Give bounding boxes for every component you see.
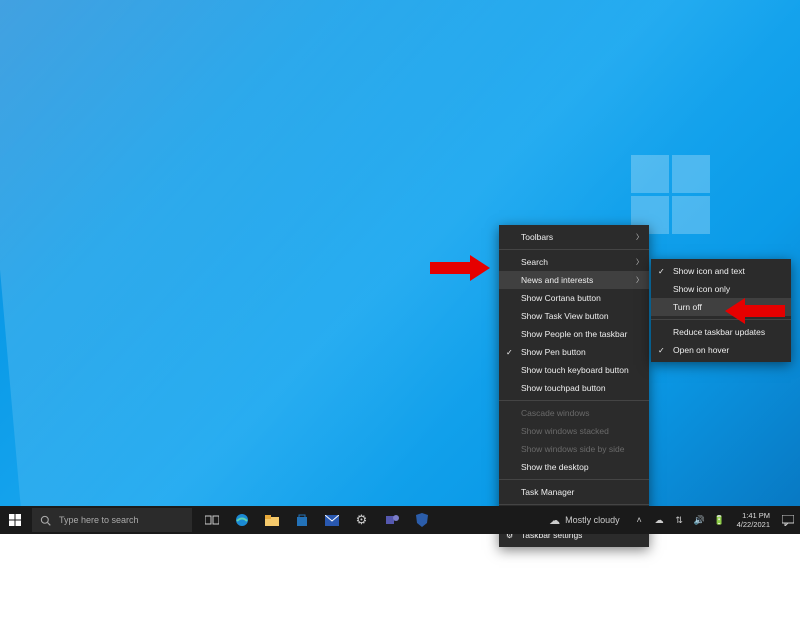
annotation-arrow-left (430, 255, 490, 281)
search-box[interactable]: Type here to search (32, 508, 192, 532)
menu-label: News and interests (521, 275, 593, 285)
menu-side-by-side: Show windows side by side (499, 440, 649, 458)
wallpaper-windows-logo (631, 155, 710, 234)
cloud-icon: ☁ (655, 515, 664, 526)
menu-label: Show windows side by side (521, 444, 624, 454)
start-button[interactable] (0, 506, 30, 534)
mail-icon (325, 515, 339, 526)
chevron-up-icon: ˄ (636, 515, 641, 525)
edge-icon (235, 513, 249, 527)
clock-date: 4/22/2021 (737, 520, 770, 529)
menu-separator (499, 400, 649, 401)
menu-label: Show People on the taskbar (521, 329, 627, 339)
taskbar-context-menu: Toolbars 〉 Search 〉 News and interests 〉… (499, 225, 649, 547)
menu-show-cortana[interactable]: Show Cortana button (499, 289, 649, 307)
notification-icon (782, 515, 794, 526)
menu-label: Show the desktop (521, 462, 589, 472)
menu-stacked: Show windows stacked (499, 422, 649, 440)
check-icon: ✓ (658, 267, 665, 276)
search-icon (40, 515, 51, 526)
menu-label: Search (521, 257, 548, 267)
search-placeholder: Type here to search (59, 515, 139, 525)
menu-label: Show windows stacked (521, 426, 609, 436)
speaker-icon: 🔊 (694, 515, 705, 526)
menu-label: Show icon only (673, 284, 730, 294)
taskbar-app-security[interactable] (408, 506, 435, 534)
taskbar-clock[interactable]: 1:41 PM 4/22/2021 (731, 511, 776, 530)
menu-news-interests[interactable]: News and interests 〉 (499, 271, 649, 289)
menu-toolbars[interactable]: Toolbars 〉 (499, 228, 649, 246)
taskbar-pinned-apps: ⚙ (198, 506, 435, 534)
task-view-button[interactable] (198, 506, 225, 534)
submenu-icon-only[interactable]: Show icon only (651, 280, 791, 298)
menu-separator (499, 479, 649, 480)
battery-icon: 🔋 (714, 515, 725, 526)
menu-show-task-view[interactable]: Show Task View button (499, 307, 649, 325)
menu-label: Cascade windows (521, 408, 590, 418)
weather-icon: ☁ (549, 514, 560, 527)
taskbar-app-store[interactable] (288, 506, 315, 534)
check-icon: ✓ (506, 348, 513, 357)
weather-text: Mostly cloudy (565, 515, 620, 525)
menu-show-touchpad[interactable]: Show touchpad button (499, 379, 649, 397)
menu-task-manager[interactable]: Task Manager (499, 483, 649, 501)
notification-center-button[interactable] (776, 506, 800, 534)
menu-label: Toolbars (521, 232, 553, 242)
gear-icon: ⚙ (356, 512, 368, 528)
menu-label: Turn off (673, 302, 702, 312)
submenu-open-hover[interactable]: ✓ Open on hover (651, 341, 791, 359)
windows-logo-icon (9, 514, 21, 526)
tray-overflow[interactable]: ˄ (634, 515, 645, 526)
menu-search[interactable]: Search 〉 (499, 253, 649, 271)
menu-label: Task Manager (521, 487, 574, 497)
chevron-right-icon: 〉 (636, 275, 643, 285)
clock-time: 1:41 PM (742, 511, 770, 520)
tray-network[interactable]: ⇅ (674, 515, 685, 526)
menu-label: Show Cortana button (521, 293, 601, 303)
taskbar-app-settings[interactable]: ⚙ (348, 506, 375, 534)
chevron-right-icon: 〉 (636, 257, 643, 267)
menu-separator (499, 249, 649, 250)
menu-label: Show icon and text (673, 266, 745, 276)
store-icon (295, 513, 309, 527)
system-tray: ˄ ☁ ⇅ 🔊 🔋 (628, 515, 731, 526)
menu-separator (499, 504, 649, 505)
submenu-reduce-updates[interactable]: Reduce taskbar updates (651, 323, 791, 341)
submenu-icon-text[interactable]: ✓ Show icon and text (651, 262, 791, 280)
task-view-icon (205, 514, 219, 526)
annotation-arrow-right (725, 298, 785, 324)
taskbar-app-teams[interactable] (378, 506, 405, 534)
menu-label: Reduce taskbar updates (673, 327, 765, 337)
menu-show-people[interactable]: Show People on the taskbar (499, 325, 649, 343)
tray-battery[interactable]: 🔋 (714, 515, 725, 526)
menu-show-desktop[interactable]: Show the desktop (499, 458, 649, 476)
check-icon: ✓ (658, 346, 665, 355)
taskbar-app-mail[interactable] (318, 506, 345, 534)
folder-icon (265, 514, 279, 526)
taskbar-app-edge[interactable] (228, 506, 255, 534)
teams-icon (385, 513, 399, 527)
menu-show-touch-kb[interactable]: Show touch keyboard button (499, 361, 649, 379)
menu-label: Open on hover (673, 345, 729, 355)
menu-label: Show touchpad button (521, 383, 606, 393)
menu-cascade: Cascade windows (499, 404, 649, 422)
wifi-icon: ⇅ (675, 515, 683, 526)
taskbar: Type here to search ⚙ (0, 506, 800, 534)
taskbar-app-explorer[interactable] (258, 506, 285, 534)
news-weather-widget[interactable]: ☁ Mostly cloudy (541, 514, 628, 527)
tray-volume[interactable]: 🔊 (694, 515, 705, 526)
menu-label: Show Pen button (521, 347, 586, 357)
menu-show-pen[interactable]: ✓ Show Pen button (499, 343, 649, 361)
desktop[interactable]: Toolbars 〉 Search 〉 News and interests 〉… (0, 0, 800, 534)
menu-label: Show Task View button (521, 311, 609, 321)
menu-label: Show touch keyboard button (521, 365, 629, 375)
shield-icon (416, 513, 428, 527)
chevron-right-icon: 〉 (636, 232, 643, 242)
tray-onedrive[interactable]: ☁ (654, 515, 665, 526)
